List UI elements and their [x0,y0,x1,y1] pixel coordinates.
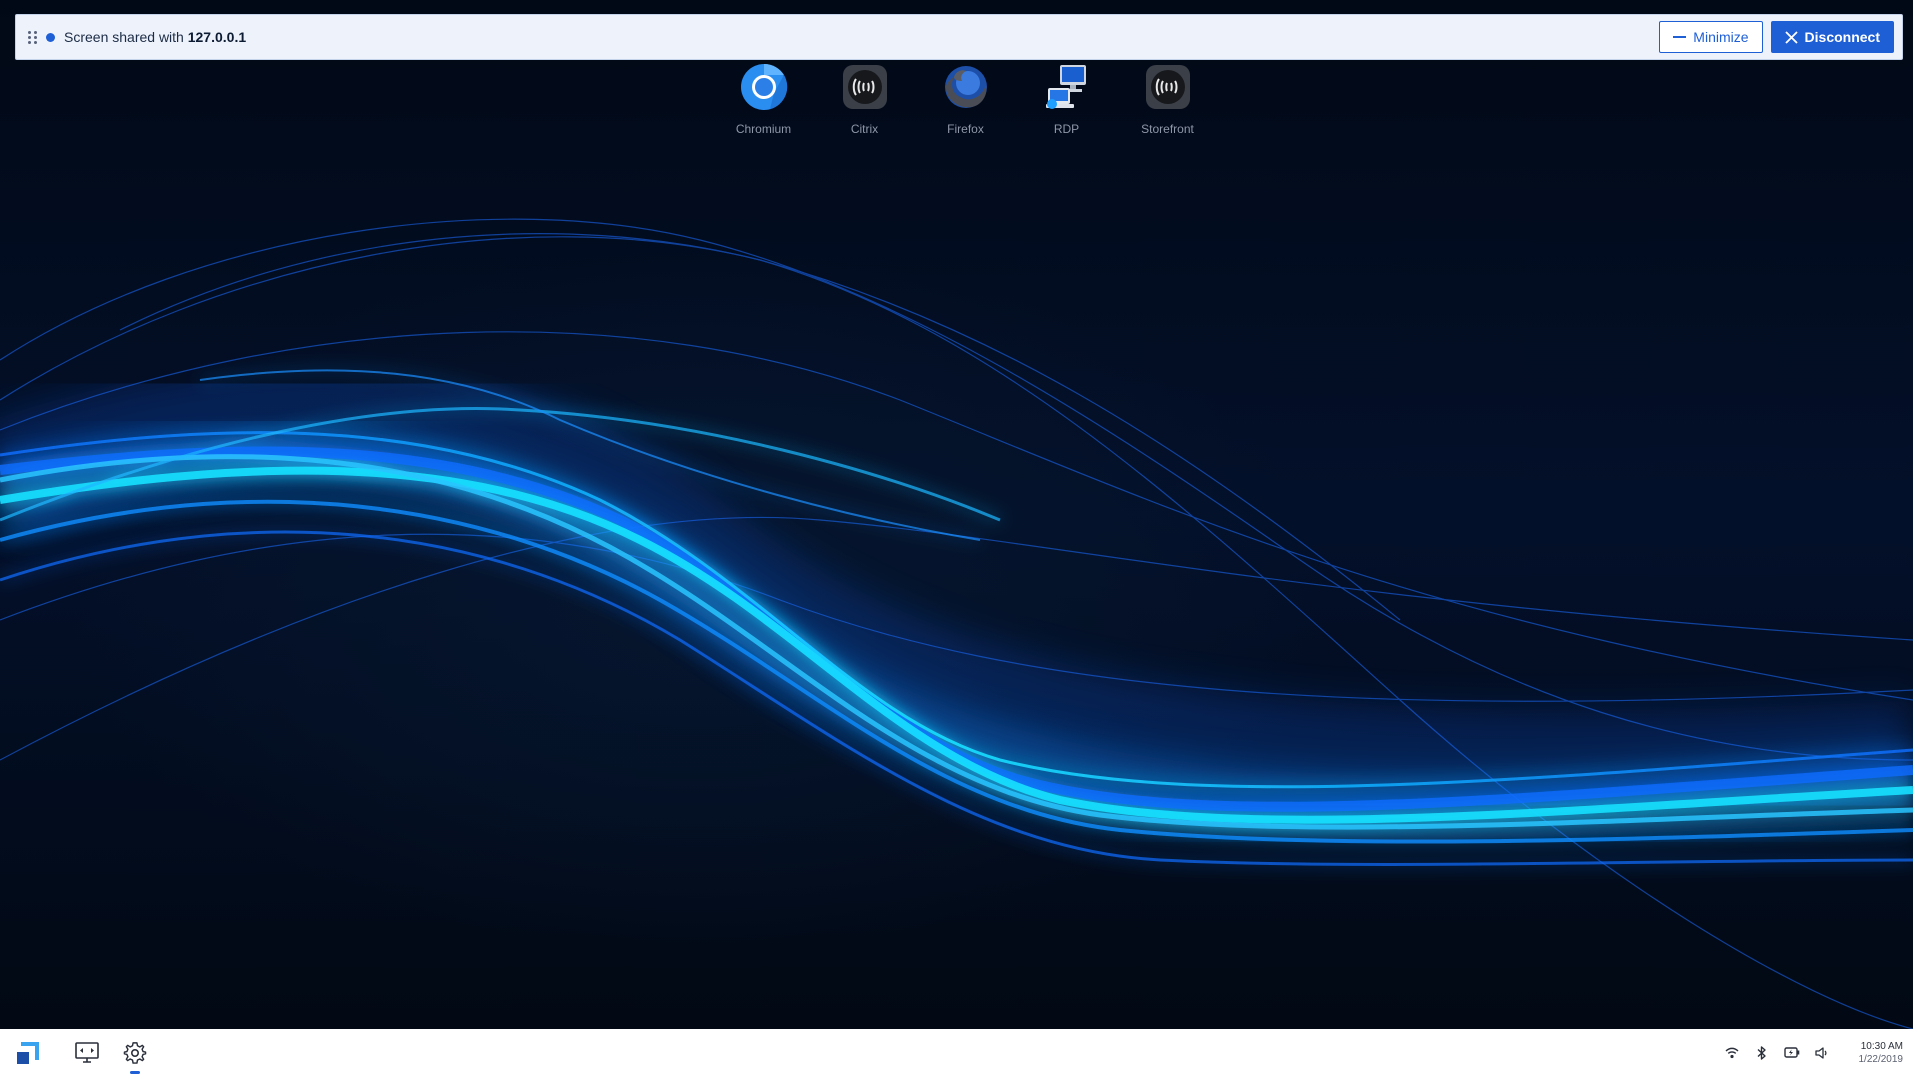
close-icon [1784,30,1798,44]
clock-date: 1/22/2019 [1858,1053,1904,1065]
taskbar: 10:30 AM 1/22/2019 [0,1029,1913,1076]
settings-button[interactable] [111,1029,159,1076]
clock[interactable]: 10:30 AM 1/22/2019 [1859,1040,1904,1066]
desktop-icon-storefront[interactable]: Storefront [1117,62,1218,136]
display-settings-icon [75,1041,99,1063]
desktop-icon-label: RDP [1053,122,1080,136]
volume-icon [1814,1046,1827,1059]
drag-handle-icon[interactable] [28,30,38,44]
disconnect-button[interactable]: Disconnect [1770,21,1894,53]
bluetooth-button[interactable] [1747,1029,1777,1076]
screen-share-banner: Screen shared with 127.0.0.1 Minimize Di… [15,14,1903,60]
desktop-icon-label: Citrix [850,122,879,136]
battery-icon [1783,1047,1799,1058]
bluetooth-icon [1757,1045,1766,1060]
desktop-icons: Chromium Citrix Firefox RDP Storefront [713,62,1218,136]
wifi-button[interactable] [1717,1029,1747,1076]
start-logo-icon [17,1041,39,1064]
desktop-icon-chromium[interactable]: Chromium [713,62,814,136]
minimize-label: Minimize [1693,29,1749,45]
wifi-icon [1725,1047,1738,1058]
battery-button[interactable] [1777,1029,1807,1076]
desktop-icon-rdp[interactable]: RDP [1016,62,1117,136]
desktop-icon-label: Firefox [947,122,984,136]
desktop-icon-label: Chromium [735,122,792,136]
start-button[interactable] [15,1029,41,1076]
minimize-button[interactable]: Minimize [1659,21,1763,53]
storefront-icon [1145,65,1190,109]
firefox-icon [944,66,987,108]
minimize-icon [1673,36,1687,38]
share-status-text: Screen shared with 127.0.0.1 [64,29,246,45]
chromium-icon [740,63,787,110]
display-settings-button[interactable] [63,1029,111,1076]
desktop-icon-firefox[interactable]: Firefox [915,62,1016,136]
gear-icon [123,1041,147,1064]
desktop-icon-label: Storefront [1141,122,1194,136]
disconnect-label: Disconnect [1804,29,1880,45]
desktop-icon-citrix[interactable]: Citrix [814,62,915,136]
wave-wallpaper-graphic [0,218,1913,1029]
share-status-dot [46,32,55,42]
clock-time: 10:30 AM [1860,1040,1903,1052]
share-ip: 127.0.0.1 [187,29,247,45]
citrix-icon [842,65,887,109]
rdp-icon [1045,65,1086,109]
desktop-wallpaper [0,0,1913,1029]
volume-button[interactable] [1807,1029,1837,1076]
share-prefix: Screen shared with [64,29,184,45]
